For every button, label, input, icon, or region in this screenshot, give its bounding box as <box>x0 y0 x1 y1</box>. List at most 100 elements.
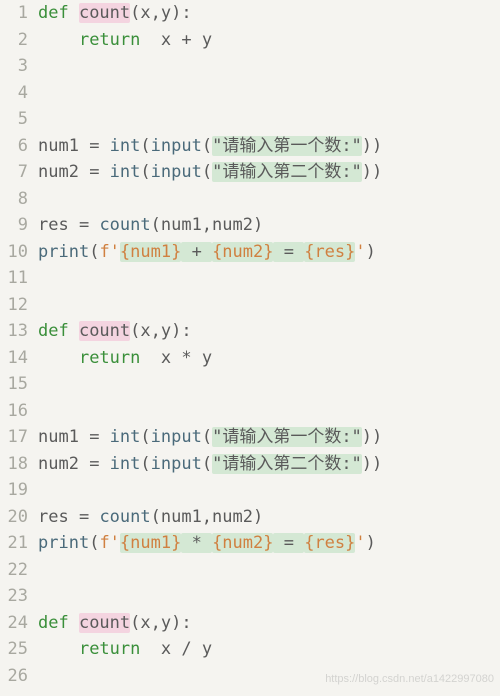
line-number: 13 <box>0 318 28 345</box>
code-token: = <box>273 242 304 262</box>
line-number: 22 <box>0 557 28 584</box>
code-line: res = count(num1,num2) <box>38 504 500 531</box>
code-line: num1 = int(input("请输入第一个数:")) <box>38 133 500 160</box>
code-token: {num1} <box>120 533 181 553</box>
code-token: (x,y): <box>130 3 191 23</box>
code-token: f' <box>99 533 119 553</box>
code-line <box>38 265 500 292</box>
line-number: 26 <box>0 663 28 690</box>
code-token: = <box>273 533 304 553</box>
code-token: x <box>140 348 181 368</box>
code-token: y <box>192 639 212 659</box>
code-token: return <box>79 30 140 50</box>
line-number: 5 <box>0 106 28 133</box>
code-token: print <box>38 242 89 262</box>
code-token: input <box>151 162 202 182</box>
code-line <box>38 557 500 584</box>
line-number: 14 <box>0 345 28 372</box>
code-line <box>38 477 500 504</box>
code-token: y <box>192 348 212 368</box>
code-token: = <box>79 215 89 235</box>
line-number: 2 <box>0 27 28 54</box>
code-token: * <box>181 533 212 553</box>
code-token: )) <box>362 427 382 447</box>
code-line <box>38 398 500 425</box>
code-token: int <box>99 427 140 447</box>
line-number: 8 <box>0 186 28 213</box>
code-token: )) <box>362 162 382 182</box>
code-line <box>38 292 500 319</box>
code-token: = <box>89 162 99 182</box>
code-token: ( <box>202 162 212 182</box>
line-number: 3 <box>0 53 28 80</box>
line-number: 20 <box>0 504 28 531</box>
code-line: num2 = int(input("请输入第二个数:")) <box>38 451 500 478</box>
code-token: num2 <box>38 454 89 474</box>
line-number: 4 <box>0 80 28 107</box>
code-token: def <box>38 321 79 341</box>
line-number: 7 <box>0 159 28 186</box>
line-number: 21 <box>0 530 28 557</box>
line-number: 16 <box>0 398 28 425</box>
code-token: num2 <box>38 162 89 182</box>
code-line: print(f'{num1} * {num2} = {res}') <box>38 530 500 557</box>
code-token: ( <box>140 427 150 447</box>
code-token: x <box>140 30 181 50</box>
code-token: count <box>79 613 130 633</box>
line-number: 19 <box>0 477 28 504</box>
code-token: int <box>99 136 140 156</box>
line-number: 10 <box>0 239 28 266</box>
code-content: def count(x,y): return x + y num1 = int(… <box>38 0 500 689</box>
code-token: ( <box>140 136 150 156</box>
code-token: ' <box>355 533 365 553</box>
code-line <box>38 80 500 107</box>
code-token: (num1,num2) <box>151 215 264 235</box>
code-line: return x * y <box>38 345 500 372</box>
code-line: return x / y <box>38 636 500 663</box>
code-token: return <box>79 348 140 368</box>
code-token: {res} <box>304 242 355 262</box>
code-token: count <box>79 321 130 341</box>
code-token: (x,y): <box>130 321 191 341</box>
code-token: def <box>38 613 79 633</box>
code-line <box>38 371 500 398</box>
line-number: 23 <box>0 583 28 610</box>
code-token: ( <box>202 427 212 447</box>
code-token: (num1,num2) <box>151 507 264 527</box>
code-token: = <box>89 136 99 156</box>
code-line <box>38 53 500 80</box>
code-token: res <box>38 507 79 527</box>
line-number: 17 <box>0 424 28 451</box>
code-token: = <box>89 427 99 447</box>
code-line: def count(x,y): <box>38 318 500 345</box>
code-token: ( <box>140 454 150 474</box>
code-editor: 1234567891011121314151617181920212223242… <box>0 0 500 689</box>
code-token: input <box>151 136 202 156</box>
code-token: ' <box>355 242 365 262</box>
line-number: 24 <box>0 610 28 637</box>
line-number: 1 <box>0 0 28 27</box>
code-line: print(f'{num1} + {num2} = {res}') <box>38 239 500 266</box>
line-number: 11 <box>0 265 28 292</box>
code-token: count <box>89 507 150 527</box>
code-token: ) <box>366 533 376 553</box>
code-token: ( <box>202 454 212 474</box>
line-number: 9 <box>0 212 28 239</box>
code-token: + <box>181 30 191 50</box>
code-token: print <box>38 533 89 553</box>
code-token <box>38 30 79 50</box>
code-token: return <box>79 639 140 659</box>
code-token: count <box>89 215 150 235</box>
code-token: {num1} <box>120 242 181 262</box>
code-token: )) <box>362 136 382 156</box>
code-token: = <box>79 507 89 527</box>
code-token: y <box>192 30 212 50</box>
code-token: = <box>89 454 99 474</box>
code-line <box>38 583 500 610</box>
code-line: return x + y <box>38 27 500 54</box>
code-line <box>38 186 500 213</box>
line-number: 25 <box>0 636 28 663</box>
code-token: / <box>181 639 191 659</box>
code-line: num2 = int(input("请输入第二个数:")) <box>38 159 500 186</box>
code-token: ( <box>202 136 212 156</box>
